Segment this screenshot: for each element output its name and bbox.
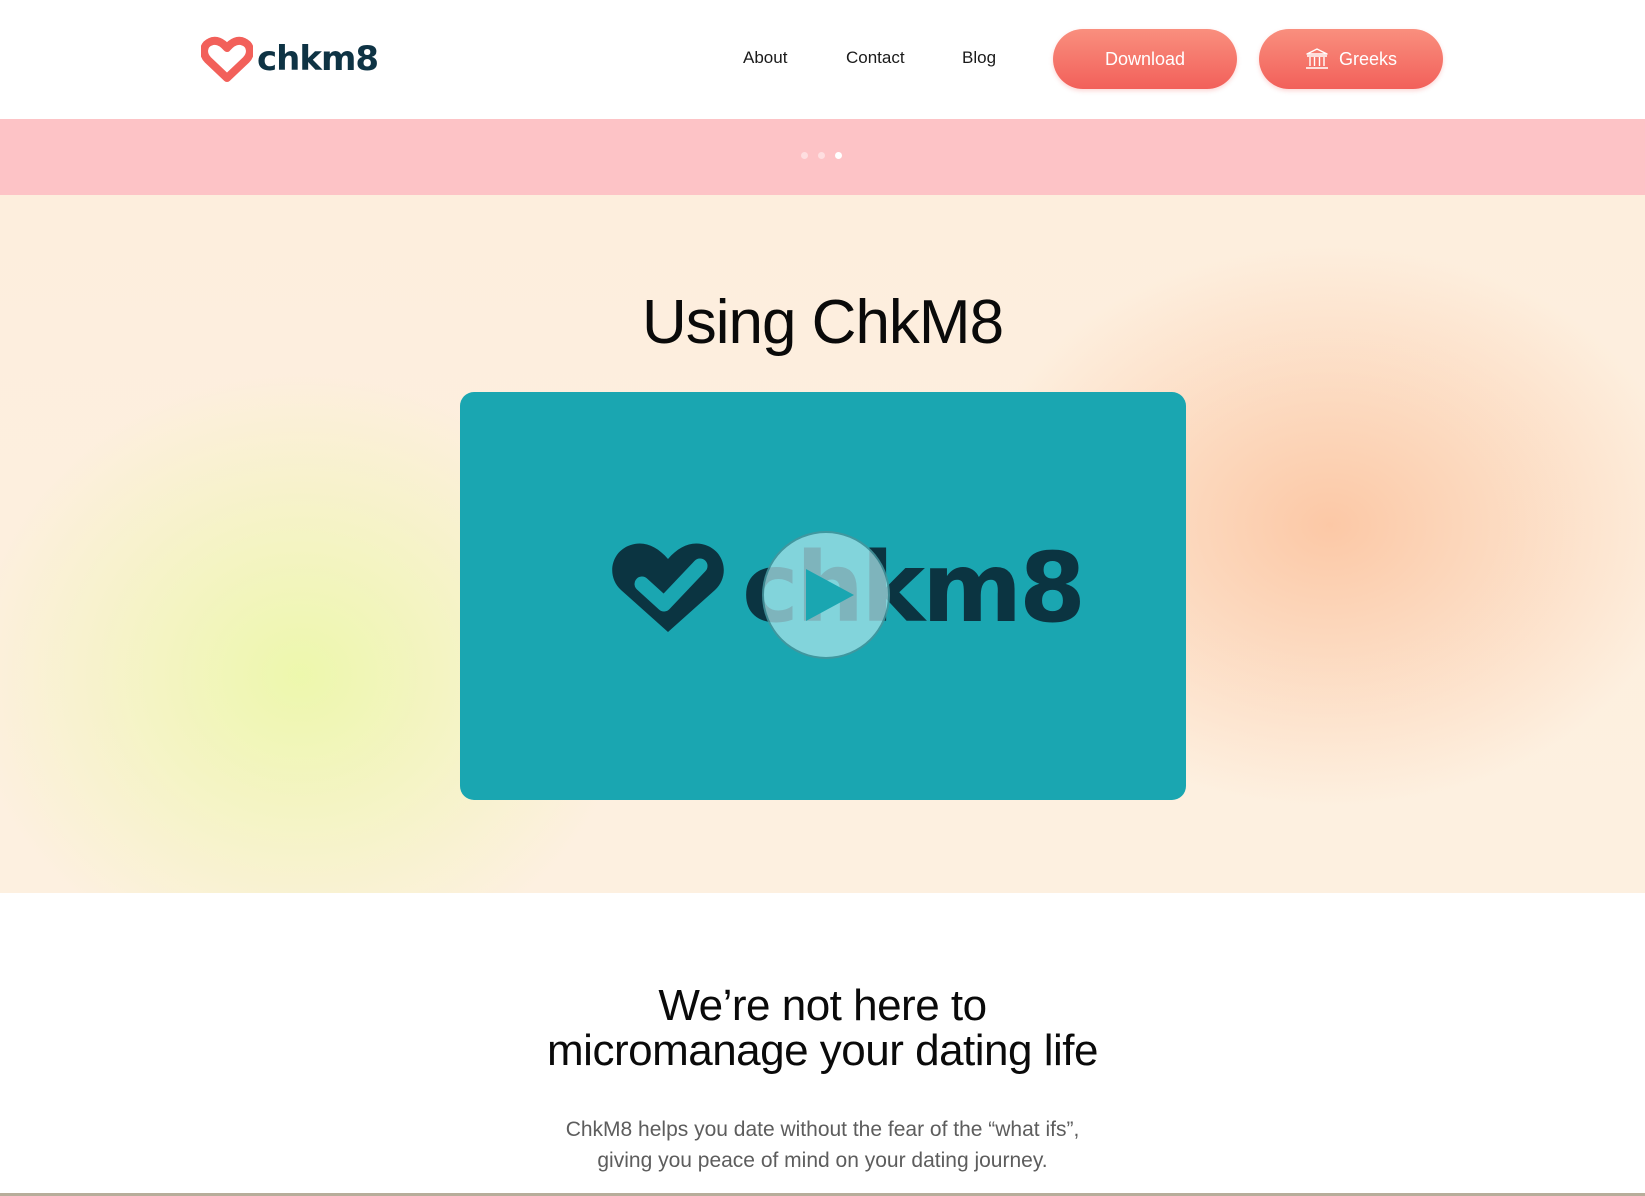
carousel-dot-active[interactable] (835, 152, 842, 159)
hero-section: Using ChkM8 chkm8 (0, 195, 1645, 893)
nav-blog-link[interactable]: Blog (962, 46, 996, 70)
intro-title-line2: micromanage your dating life (547, 1026, 1098, 1075)
logo-text: chkm8 (257, 39, 379, 79)
carousel-strip (0, 119, 1645, 195)
intro-text: ChkM8 helps you date without the fear of… (0, 1114, 1645, 1176)
play-button[interactable] (762, 531, 890, 659)
nav-about-link[interactable]: About (743, 46, 787, 70)
intro-text-line1: ChkM8 helps you date without the fear of… (565, 1118, 1080, 1141)
play-icon (806, 569, 854, 621)
greeks-button-label: Greeks (1338, 48, 1398, 69)
intro-text-line2: giving you peace of mind on your dating … (597, 1149, 1048, 1172)
intro-title-line1: We’re not here to (658, 981, 987, 1030)
greek-column-icon (1305, 48, 1328, 69)
site-header: chkm8 About Contact Blog Download Greeks (0, 0, 1645, 119)
greeks-button[interactable]: Greeks (1259, 29, 1443, 89)
heart-check-icon (201, 36, 253, 82)
heart-check-icon (612, 543, 724, 632)
carousel-dot[interactable] (818, 152, 825, 159)
carousel-dots (801, 152, 842, 159)
download-button[interactable]: Download (1053, 29, 1237, 89)
hero-title: Using ChkM8 (641, 288, 1004, 357)
carousel-dot[interactable] (801, 152, 808, 159)
download-button-label: Download (1104, 48, 1186, 69)
intro-title: We’re not here to micromanage your datin… (0, 983, 1645, 1073)
logo-link[interactable]: chkm8 (201, 36, 379, 82)
video-player[interactable]: chkm8 (460, 392, 1186, 800)
nav-contact-link[interactable]: Contact (846, 46, 905, 70)
